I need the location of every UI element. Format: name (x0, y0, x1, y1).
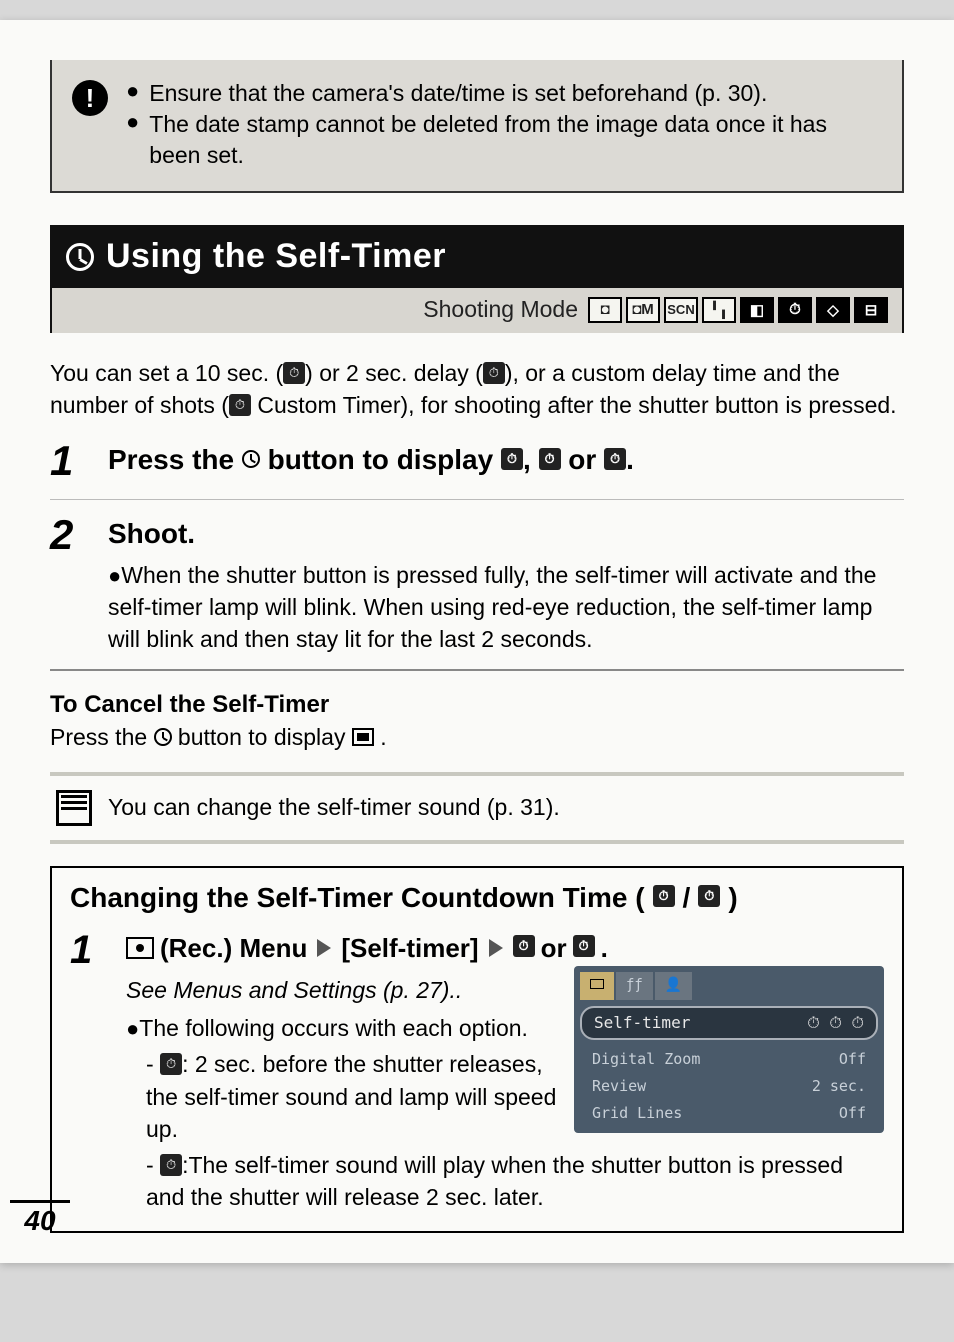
timer10-icon: ⏱ (653, 885, 675, 907)
timer10-icon: ⏱ (513, 935, 535, 957)
mode-auto-icon: ◘ (588, 297, 622, 323)
warning-text-2: The date stamp cannot be deleted from th… (149, 109, 882, 171)
menu-row: Digital ZoomOff (580, 1046, 878, 1073)
cancel-heading: To Cancel the Self-Timer (50, 691, 904, 719)
shooting-mode-bar: Shooting Mode ◘ ◘M SCN ╹╻ ◧ ⏱ ◇ ⊟ (50, 288, 904, 333)
mode-timer-icon: ⏱ (778, 297, 812, 323)
bullet-icon: ● (126, 1016, 139, 1041)
timer2-icon: ⏱ (483, 362, 505, 384)
menu-row: Review2 sec. (580, 1073, 878, 1100)
step-number: 1 (50, 440, 90, 485)
mode-movie-icon: ◧ (740, 297, 774, 323)
step-row-2: 2 Shoot. ●When the shutter button is pre… (50, 500, 904, 672)
self-timer-button-icon (242, 450, 260, 468)
timer10-icon: ⏱ (501, 448, 523, 470)
subsection-title: Changing the Self-Timer Countdown Time (… (52, 868, 902, 924)
menu-tab-setup: ƒƒ (616, 972, 653, 1000)
subsection-step: 1 (Rec.) Menu[Self-timer] ⏱ or ⏱. ƒƒ 👤 S… (52, 924, 902, 1232)
step-1-heading: Press the button to display ⏱, ⏱ or ⏱. (108, 440, 904, 479)
shooting-mode-label: Shooting Mode (423, 296, 578, 323)
page-number: 40 (10, 1200, 70, 1237)
hint-row: You can change the self-timer sound (p. … (50, 772, 904, 844)
rec-menu-icon (126, 937, 154, 959)
subsection-step-heading: (Rec.) Menu[Self-timer] ⏱ or ⏱. (126, 930, 884, 966)
timer10-icon: ⏱ (160, 1053, 182, 1075)
intro-paragraph: You can set a 10 sec. (⏱) or 2 sec. dela… (50, 357, 904, 421)
mode-manual-icon: ◘M (626, 297, 660, 323)
mode-stitch-icon: ╹╻ (702, 297, 736, 323)
step-number: 2 (50, 514, 90, 656)
timer2-icon: ⏱ (698, 885, 720, 907)
step-row-1: 1 Press the button to display ⏱, ⏱ or ⏱. (50, 426, 904, 500)
timer2-icon: ⏱ (539, 448, 561, 470)
cancel-text: Press the button to display . (50, 719, 904, 771)
timer-custom-icon: ⏱ (604, 448, 626, 470)
manual-page: { "warning": { "b1": "Ensure that the ca… (0, 20, 954, 1263)
subsection-box: Changing the Self-Timer Countdown Time (… (50, 866, 904, 1234)
nav-arrow-icon (489, 939, 503, 957)
self-timer-button-icon (154, 728, 172, 746)
timer-custom-icon: ⏱ (229, 394, 251, 416)
self-timer-icon (66, 243, 94, 271)
warning-bullets: ● Ensure that the camera's date/time is s… (126, 78, 882, 171)
camera-menu-screenshot: ƒƒ 👤 Self-timer ⏱ ⏱ ⏱ Digital ZoomOff Re… (574, 966, 884, 1133)
mode-scn-icon: SCN (664, 297, 698, 323)
step-number: 1 (70, 930, 110, 1214)
warning-text-1: Ensure that the camera's date/time is se… (149, 78, 767, 109)
mode-icon-row: ◘ ◘M SCN ╹╻ ◧ ⏱ ◇ ⊟ (588, 297, 888, 323)
nav-arrow-icon (317, 939, 331, 957)
bullet-icon: ● (126, 78, 139, 109)
note-icon (56, 790, 92, 826)
warning-box: ! ● Ensure that the camera's date/time is… (50, 60, 904, 193)
menu-row: Grid LinesOff (580, 1100, 878, 1127)
menu-tab-rec (580, 972, 614, 1000)
timer2-icon: ⏱ (160, 1154, 182, 1176)
bullet-icon: ● (126, 109, 139, 171)
hint-text: You can change the self-timer sound (p. … (108, 790, 560, 821)
menu-tab-mycamera: 👤 (655, 972, 692, 1000)
section-title: Using the Self-Timer (106, 237, 446, 276)
mode-sound-icon: ⊟ (854, 297, 888, 323)
exclamation-icon: ! (72, 80, 108, 116)
menu-selected-row: Self-timer ⏱ ⏱ ⏱ (580, 1006, 878, 1040)
menu-self-timer-icons: ⏱ ⏱ ⏱ (807, 1012, 864, 1034)
single-shot-icon (352, 728, 374, 746)
timer2-icon: ⏱ (573, 935, 595, 957)
section-heading: Using the Self-Timer (50, 225, 904, 288)
step-2-body: When the shutter button is pressed fully… (108, 562, 876, 652)
step-2-heading: Shoot. (108, 514, 904, 553)
mode-paint-icon: ◇ (816, 297, 850, 323)
bullet-icon: ● (108, 563, 121, 588)
timer10-icon: ⏱ (283, 362, 305, 384)
